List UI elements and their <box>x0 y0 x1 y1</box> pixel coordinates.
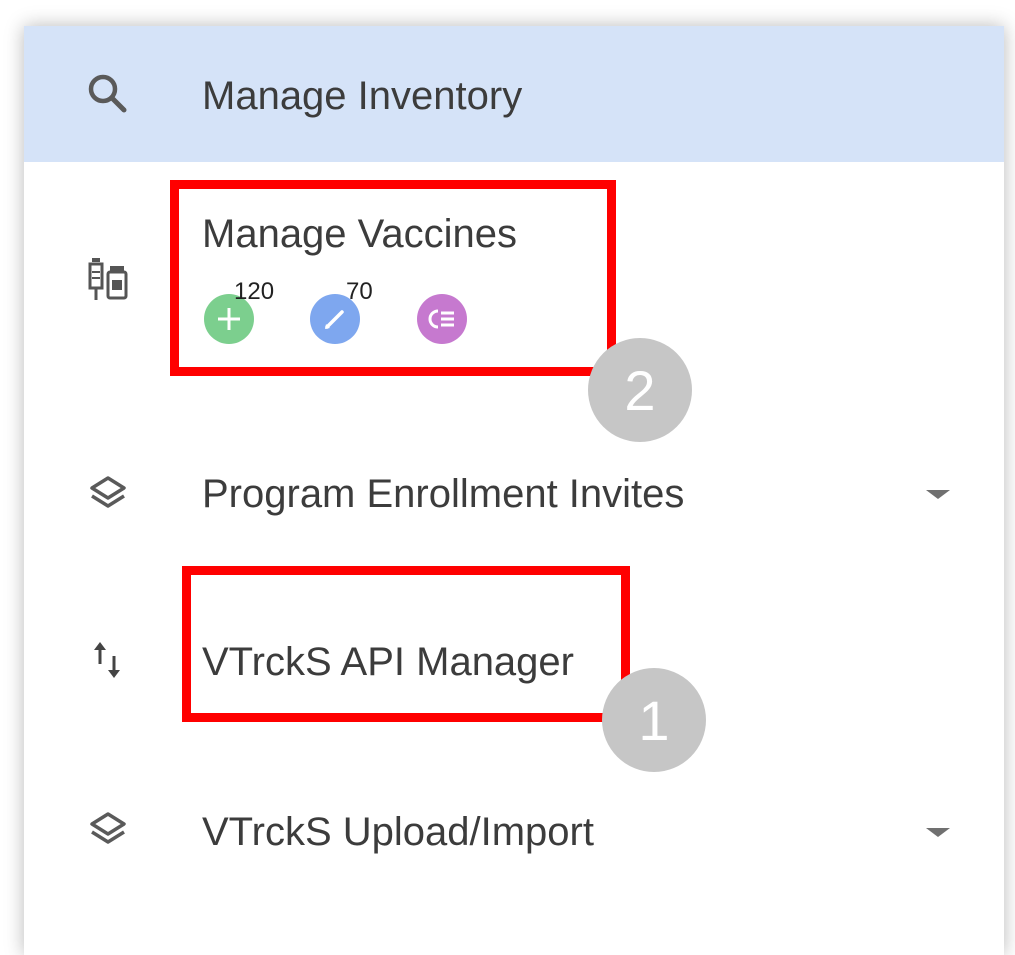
menu-item-label: Program Enrollment Invites <box>202 472 685 516</box>
transfer-arrows-icon <box>84 636 132 684</box>
menu-item-program-enrollment-invites[interactable]: Program Enrollment Invites <box>24 436 1004 556</box>
callout-2: 2 <box>588 338 692 442</box>
menu-item-manage-inventory[interactable]: Manage Inventory <box>24 26 1004 162</box>
highlight-box-manage-vaccines <box>170 180 616 376</box>
menu-item-label: VTrckS Upload/Import <box>202 810 594 854</box>
menu-item-label: Manage Inventory <box>202 74 523 118</box>
chevron-down-icon[interactable] <box>926 828 950 837</box>
menu-item-vtrcks-upload-import[interactable]: VTrckS Upload/Import <box>24 774 1004 894</box>
highlight-box-api-manager <box>182 566 630 722</box>
vaccine-vials-icon <box>84 256 132 304</box>
navigation-panel: Manage Inventory Manage Vaccines 120 70 … <box>24 26 1004 955</box>
layers-icon <box>84 806 132 854</box>
search-icon <box>84 70 132 118</box>
chevron-down-icon[interactable] <box>926 490 950 499</box>
layers-icon <box>84 470 132 518</box>
callout-1: 1 <box>602 668 706 772</box>
